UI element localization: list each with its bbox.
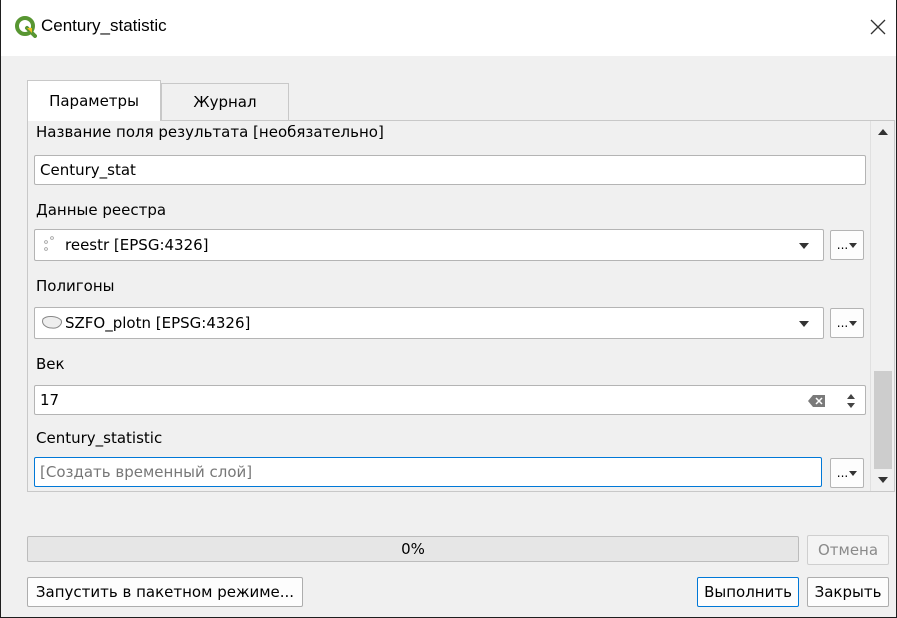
cancel-button[interactable]: Отмена	[807, 535, 889, 565]
output-input[interactable]: [Создать временный слой]	[34, 457, 822, 487]
tab-log[interactable]: Журнал	[161, 83, 289, 120]
scrollbar-thumb[interactable]	[874, 371, 892, 469]
dialog-window: Century_statistic Параметры Журнал Назва…	[0, 0, 897, 618]
polygons-value: SZFO_plotn [EPSG:4326]	[65, 314, 251, 332]
registry-label: Данные реестра	[36, 201, 167, 219]
run-button[interactable]: Выполнить	[697, 577, 799, 607]
polygons-browse-button[interactable]: ...	[830, 308, 864, 338]
registry-value: reestr [EPSG:4326]	[65, 236, 209, 254]
progress-text: 0%	[401, 540, 425, 558]
output-browse-button[interactable]: ...	[830, 458, 864, 488]
dropdown-arrow-icon	[849, 470, 858, 476]
result-field-input[interactable]: Century_stat	[34, 155, 866, 185]
clear-icon[interactable]	[807, 394, 827, 408]
qgis-logo-icon	[15, 16, 37, 38]
output-label: Century_statistic	[36, 429, 163, 447]
scroll-up-icon[interactable]	[871, 121, 894, 143]
progress-bar: 0%	[27, 536, 799, 562]
tab-parameters[interactable]: Параметры	[27, 80, 161, 121]
polygon-layer-icon	[42, 316, 62, 329]
title-bar: Century_statistic	[1, 0, 896, 56]
polygons-combo[interactable]: SZFO_plotn [EPSG:4326]	[34, 307, 824, 339]
century-label: Век	[36, 355, 65, 373]
dropdown-arrow-icon	[849, 242, 858, 248]
spin-arrows-icon[interactable]	[845, 391, 857, 411]
scroll-down-icon[interactable]	[871, 469, 894, 491]
dropdown-arrow-icon	[849, 320, 858, 326]
vertical-scrollbar[interactable]	[870, 121, 894, 491]
close-window-button[interactable]	[861, 10, 895, 44]
result-field-label: Название поля результата [необязательно]	[36, 123, 384, 141]
registry-combo[interactable]: reestr [EPSG:4326]	[34, 229, 824, 261]
batch-mode-button[interactable]: Запустить в пакетном режиме...	[27, 577, 303, 607]
close-icon	[870, 19, 886, 35]
output-placeholder: [Создать временный слой]	[40, 463, 253, 481]
century-value: 17	[40, 391, 60, 409]
registry-browse-button[interactable]: ...	[830, 230, 864, 260]
parameters-panel: Название поля результата [необязательно]…	[27, 120, 895, 492]
polygons-label: Полигоны	[36, 277, 115, 295]
window-title: Century_statistic	[41, 16, 167, 35]
century-spinbox[interactable]: 17	[34, 385, 866, 415]
chevron-down-icon	[799, 243, 809, 249]
close-button[interactable]: Закрыть	[807, 577, 889, 607]
chevron-down-icon	[799, 321, 809, 327]
point-layer-icon	[44, 236, 54, 251]
